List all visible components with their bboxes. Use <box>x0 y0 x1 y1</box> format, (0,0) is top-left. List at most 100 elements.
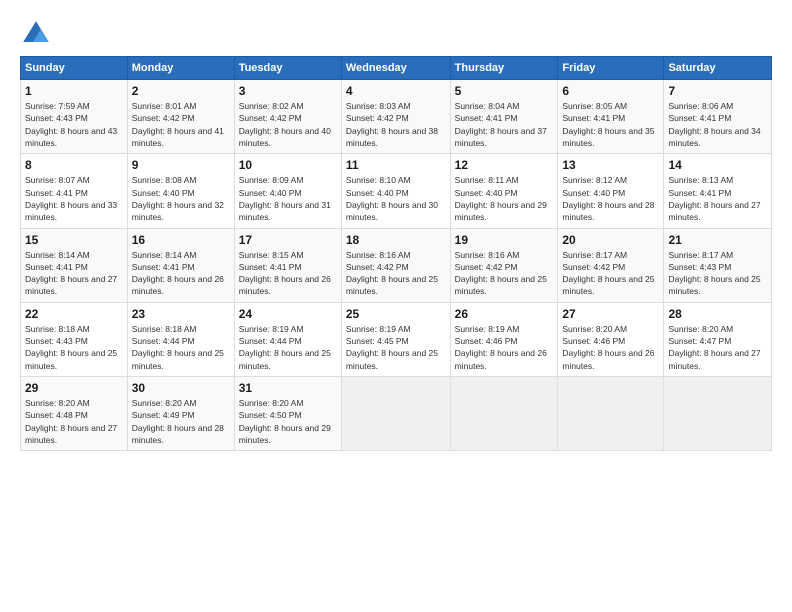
sunrise-label: Sunrise: 8:19 AM <box>455 324 520 334</box>
sunrise-label: Sunrise: 8:18 AM <box>25 324 90 334</box>
sunset-label: Sunset: 4:42 PM <box>346 262 409 272</box>
daylight-label: Daylight: 8 hours and 28 minutes. <box>562 200 654 222</box>
sunset-label: Sunset: 4:40 PM <box>346 188 409 198</box>
col-header-tuesday: Tuesday <box>234 57 341 80</box>
sunset-label: Sunset: 4:40 PM <box>239 188 302 198</box>
day-number: 31 <box>239 381 337 395</box>
sunset-label: Sunset: 4:41 PM <box>239 262 302 272</box>
sunset-label: Sunset: 4:48 PM <box>25 410 88 420</box>
logo <box>20 18 56 50</box>
daylight-label: Daylight: 8 hours and 33 minutes. <box>25 200 117 222</box>
daylight-label: Daylight: 8 hours and 32 minutes. <box>132 200 224 222</box>
day-info: Sunrise: 8:14 AM Sunset: 4:41 PM Dayligh… <box>132 249 230 298</box>
sunset-label: Sunset: 4:45 PM <box>346 336 409 346</box>
day-info: Sunrise: 7:59 AM Sunset: 4:43 PM Dayligh… <box>25 100 123 149</box>
day-cell-14: 14 Sunrise: 8:13 AM Sunset: 4:41 PM Dayl… <box>664 154 772 228</box>
daylight-label: Daylight: 8 hours and 28 minutes. <box>132 423 224 445</box>
sunrise-label: Sunrise: 7:59 AM <box>25 101 90 111</box>
daylight-label: Daylight: 8 hours and 27 minutes. <box>25 274 117 296</box>
sunrise-label: Sunrise: 8:01 AM <box>132 101 197 111</box>
sunrise-label: Sunrise: 8:11 AM <box>455 175 519 185</box>
sunset-label: Sunset: 4:42 PM <box>455 262 518 272</box>
sunrise-label: Sunrise: 8:19 AM <box>346 324 411 334</box>
sunrise-label: Sunrise: 8:20 AM <box>25 398 90 408</box>
daylight-label: Daylight: 8 hours and 26 minutes. <box>562 348 654 370</box>
day-number: 16 <box>132 233 230 247</box>
col-header-friday: Friday <box>558 57 664 80</box>
sunset-label: Sunset: 4:40 PM <box>562 188 625 198</box>
daylight-label: Daylight: 8 hours and 40 minutes. <box>239 126 331 148</box>
sunrise-label: Sunrise: 8:05 AM <box>562 101 627 111</box>
day-number: 29 <box>25 381 123 395</box>
day-info: Sunrise: 8:20 AM Sunset: 4:49 PM Dayligh… <box>132 397 230 446</box>
day-info: Sunrise: 8:20 AM Sunset: 4:46 PM Dayligh… <box>562 323 659 372</box>
col-header-sunday: Sunday <box>21 57 128 80</box>
day-number: 22 <box>25 307 123 321</box>
sunrise-label: Sunrise: 8:19 AM <box>239 324 304 334</box>
day-info: Sunrise: 8:07 AM Sunset: 4:41 PM Dayligh… <box>25 174 123 223</box>
daylight-label: Daylight: 8 hours and 27 minutes. <box>668 200 760 222</box>
day-cell-6: 6 Sunrise: 8:05 AM Sunset: 4:41 PM Dayli… <box>558 80 664 154</box>
daylight-label: Daylight: 8 hours and 25 minutes. <box>346 274 438 296</box>
header <box>20 18 772 50</box>
daylight-label: Daylight: 8 hours and 37 minutes. <box>455 126 547 148</box>
sunset-label: Sunset: 4:41 PM <box>25 262 88 272</box>
sunrise-label: Sunrise: 8:02 AM <box>239 101 304 111</box>
day-info: Sunrise: 8:15 AM Sunset: 4:41 PM Dayligh… <box>239 249 337 298</box>
day-number: 20 <box>562 233 659 247</box>
logo-icon <box>20 18 52 50</box>
day-cell-19: 19 Sunrise: 8:16 AM Sunset: 4:42 PM Dayl… <box>450 228 558 302</box>
daylight-label: Daylight: 8 hours and 25 minutes. <box>346 348 438 370</box>
sunrise-label: Sunrise: 8:13 AM <box>668 175 733 185</box>
day-cell-21: 21 Sunrise: 8:17 AM Sunset: 4:43 PM Dayl… <box>664 228 772 302</box>
sunset-label: Sunset: 4:46 PM <box>455 336 518 346</box>
day-info: Sunrise: 8:03 AM Sunset: 4:42 PM Dayligh… <box>346 100 446 149</box>
day-number: 10 <box>239 158 337 172</box>
day-cell-31: 31 Sunrise: 8:20 AM Sunset: 4:50 PM Dayl… <box>234 377 341 451</box>
sunrise-label: Sunrise: 8:12 AM <box>562 175 627 185</box>
day-info: Sunrise: 8:14 AM Sunset: 4:41 PM Dayligh… <box>25 249 123 298</box>
day-cell-5: 5 Sunrise: 8:04 AM Sunset: 4:41 PM Dayli… <box>450 80 558 154</box>
day-cell-2: 2 Sunrise: 8:01 AM Sunset: 4:42 PM Dayli… <box>127 80 234 154</box>
day-number: 15 <box>25 233 123 247</box>
sunset-label: Sunset: 4:40 PM <box>455 188 518 198</box>
day-info: Sunrise: 8:16 AM Sunset: 4:42 PM Dayligh… <box>455 249 554 298</box>
sunset-label: Sunset: 4:41 PM <box>668 188 731 198</box>
sunset-label: Sunset: 4:43 PM <box>25 336 88 346</box>
sunrise-label: Sunrise: 8:18 AM <box>132 324 197 334</box>
page: SundayMondayTuesdayWednesdayThursdayFrid… <box>0 0 792 461</box>
calendar: SundayMondayTuesdayWednesdayThursdayFrid… <box>20 56 772 451</box>
day-cell-24: 24 Sunrise: 8:19 AM Sunset: 4:44 PM Dayl… <box>234 302 341 376</box>
day-cell-28: 28 Sunrise: 8:20 AM Sunset: 4:47 PM Dayl… <box>664 302 772 376</box>
sunrise-label: Sunrise: 8:20 AM <box>239 398 304 408</box>
sunset-label: Sunset: 4:43 PM <box>668 262 731 272</box>
day-cell-3: 3 Sunrise: 8:02 AM Sunset: 4:42 PM Dayli… <box>234 80 341 154</box>
daylight-label: Daylight: 8 hours and 25 minutes. <box>132 348 224 370</box>
daylight-label: Daylight: 8 hours and 30 minutes. <box>346 200 438 222</box>
empty-cell <box>664 377 772 451</box>
day-cell-25: 25 Sunrise: 8:19 AM Sunset: 4:45 PM Dayl… <box>341 302 450 376</box>
day-info: Sunrise: 8:01 AM Sunset: 4:42 PM Dayligh… <box>132 100 230 149</box>
day-info: Sunrise: 8:19 AM Sunset: 4:45 PM Dayligh… <box>346 323 446 372</box>
week-row-4: 22 Sunrise: 8:18 AM Sunset: 4:43 PM Dayl… <box>21 302 772 376</box>
day-info: Sunrise: 8:09 AM Sunset: 4:40 PM Dayligh… <box>239 174 337 223</box>
daylight-label: Daylight: 8 hours and 26 minutes. <box>455 348 547 370</box>
day-info: Sunrise: 8:19 AM Sunset: 4:44 PM Dayligh… <box>239 323 337 372</box>
sunset-label: Sunset: 4:42 PM <box>562 262 625 272</box>
daylight-label: Daylight: 8 hours and 26 minutes. <box>132 274 224 296</box>
sunrise-label: Sunrise: 8:17 AM <box>562 250 627 260</box>
day-number: 21 <box>668 233 767 247</box>
day-number: 8 <box>25 158 123 172</box>
daylight-label: Daylight: 8 hours and 34 minutes. <box>668 126 760 148</box>
day-info: Sunrise: 8:08 AM Sunset: 4:40 PM Dayligh… <box>132 174 230 223</box>
week-row-5: 29 Sunrise: 8:20 AM Sunset: 4:48 PM Dayl… <box>21 377 772 451</box>
sunrise-label: Sunrise: 8:07 AM <box>25 175 90 185</box>
day-info: Sunrise: 8:17 AM Sunset: 4:43 PM Dayligh… <box>668 249 767 298</box>
daylight-label: Daylight: 8 hours and 29 minutes. <box>239 423 331 445</box>
sunset-label: Sunset: 4:50 PM <box>239 410 302 420</box>
sunrise-label: Sunrise: 8:06 AM <box>668 101 733 111</box>
sunset-label: Sunset: 4:46 PM <box>562 336 625 346</box>
sunset-label: Sunset: 4:41 PM <box>562 113 625 123</box>
day-info: Sunrise: 8:18 AM Sunset: 4:43 PM Dayligh… <box>25 323 123 372</box>
week-row-1: 1 Sunrise: 7:59 AM Sunset: 4:43 PM Dayli… <box>21 80 772 154</box>
